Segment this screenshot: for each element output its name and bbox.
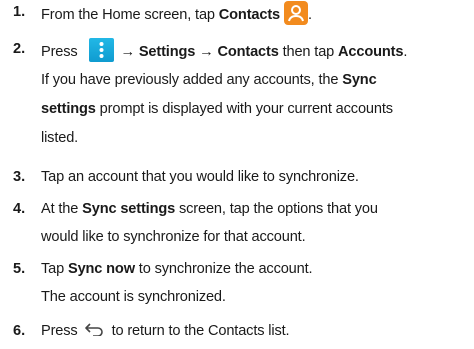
step-text: Press (41, 43, 82, 60)
sync-label: Sync (342, 72, 377, 88)
step-2-line-4: listed. (41, 129, 78, 147)
sync-now-label: Sync now (67, 261, 135, 277)
step-end: . (403, 43, 408, 60)
step-1-text: From the Home screen, tap Contacts . (41, 1, 312, 27)
step-5-line-2: The account is synchronized. (41, 288, 226, 306)
step-number: 5. (13, 261, 26, 277)
step-text: Tap an account that you would like to sy… (41, 169, 359, 185)
step-end: . (308, 6, 312, 23)
step-text: Tap (41, 261, 68, 277)
back-arrow-icon (84, 322, 106, 337)
step-number: 1. (13, 4, 26, 20)
step-text: Press (41, 323, 78, 339)
step-text: screen, tap the options that you (175, 201, 378, 217)
step-text: If you have previously added any account… (41, 72, 343, 88)
step-text: The account is synchronized. (41, 289, 226, 305)
contacts-person-icon (284, 1, 309, 25)
step-text: to synchronize the account. (134, 261, 313, 277)
step-5-line-1: Tap Sync now to synchronize the account. (41, 260, 313, 278)
step-3-text: Tap an account that you would like to sy… (41, 168, 359, 186)
settings-path-label: → Settings → Contacts (120, 43, 279, 60)
contacts-label: Contacts (218, 6, 281, 23)
menu-kebab-icon (89, 38, 115, 62)
step-number: 4. (13, 201, 26, 217)
step-number: 6. (13, 323, 26, 339)
settings-label: settings (41, 101, 96, 117)
step-text: From the Home screen, tap (41, 6, 219, 23)
step-number: 2. (13, 41, 26, 57)
sync-settings-label: Sync settings (82, 201, 176, 217)
step-text: then tap (278, 43, 339, 60)
step-text: At the (41, 201, 83, 217)
step-2-line-3: settings prompt is displayed with your c… (41, 100, 393, 118)
step-4-line-1: At the Sync settings screen, tap the opt… (41, 200, 378, 218)
step-2-line-1: Press → Settings → Contacts then tap Acc… (41, 38, 408, 64)
step-6-text: Press to return to the Contacts list. (41, 322, 290, 340)
accounts-label: Accounts (338, 43, 404, 60)
step-text: prompt is displayed with your current ac… (95, 101, 393, 117)
step-text: would like to synchronize for that accou… (41, 229, 306, 245)
step-text: to return to the Contacts list. (111, 323, 290, 339)
step-text: listed. (41, 130, 79, 146)
step-number: 3. (13, 169, 26, 185)
step-2-line-2: If you have previously added any account… (41, 71, 377, 89)
instruction-page: 1. From the Home screen, tap Contacts . … (0, 0, 474, 349)
step-4-line-2: would like to synchronize for that accou… (41, 228, 306, 246)
